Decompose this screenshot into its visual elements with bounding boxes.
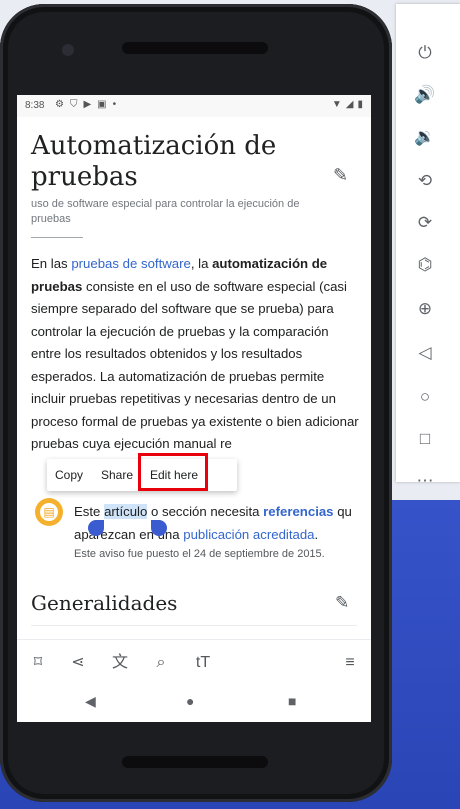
volume-down-icon[interactable]: 🔉 <box>414 126 436 148</box>
text-size-icon[interactable]: tT <box>192 652 214 674</box>
overview-icon[interactable]: □ <box>414 428 436 450</box>
bookmark-icon[interactable]: ⌑ <box>27 652 49 674</box>
bottom-speaker <box>122 756 268 768</box>
status-time: 8:38 <box>25 100 45 111</box>
power-icon[interactable]: ⏻ <box>414 42 436 64</box>
article-title: Automatización de pruebas <box>31 131 277 192</box>
translate-icon[interactable]: 文 <box>109 652 131 674</box>
nav-back-icon[interactable]: ◀ <box>85 693 96 710</box>
rotate-left-icon[interactable]: ⟲ <box>414 170 436 192</box>
volume-up-icon[interactable]: 🔊 <box>414 84 436 106</box>
book-icon: ▤ <box>40 503 58 521</box>
copy-menu-item[interactable]: Copy <box>55 468 83 482</box>
signal-icon: ◢ <box>345 99 354 110</box>
dot-icon: • <box>112 99 117 110</box>
edit-pencil-icon[interactable]: ✎ <box>333 165 355 187</box>
zoom-icon[interactable]: ⊕ <box>414 298 436 320</box>
wifi-icon: ▼ <box>331 99 342 110</box>
home-icon[interactable]: ○ <box>414 386 436 408</box>
android-nav-bar: ◀ ● ■ <box>17 683 371 722</box>
para-text: consiste en el uso de software especial … <box>31 278 359 452</box>
status-bar: 8:38 ⚙ ⛉ ▶ ▣ • ▼ ◢ ▮ <box>17 95 371 117</box>
emulator-controls-panel: ⏻ 🔊 🔉 ⟲ ⟳ ⌬ ⊕ ◁ ○ □ ⋯ <box>396 4 460 490</box>
article-description: uso de software especial para controlar … <box>31 198 300 225</box>
nav-recents-icon[interactable]: ■ <box>288 693 296 709</box>
notice-text: . <box>314 527 319 542</box>
section-divider <box>31 625 357 626</box>
notice-text: o sección necesita <box>147 504 264 519</box>
top-speaker <box>122 42 268 54</box>
device-screen: 8:38 ⚙ ⛉ ▶ ▣ • ▼ ◢ ▮ Automatización de p… <box>17 95 371 722</box>
link-publicacion-acreditada[interactable]: publicación acreditada <box>183 527 314 542</box>
play-protect-icon: ▶ <box>83 99 92 110</box>
section-heading: Generalidades <box>31 591 178 615</box>
notice-date: Este aviso fue puesto el 24 de septiembr… <box>74 548 325 560</box>
title-divider <box>31 237 83 238</box>
emulator-device-frame: 8:38 ⚙ ⛉ ▶ ▣ • ▼ ◢ ▮ Automatización de p… <box>0 4 392 802</box>
settings-icon: ⚙ <box>55 99 64 110</box>
notice-icon: ▤ <box>35 498 63 526</box>
link-referencias[interactable]: referencias <box>263 504 333 519</box>
article-paragraph: En las pruebas de software, la automatiz… <box>31 253 361 456</box>
share-menu-item[interactable]: Share <box>101 468 133 482</box>
camera-icon[interactable]: ⌬ <box>414 254 436 276</box>
article-toolbar: ⌑ ⋖ 文 ⌕ tT ≡ <box>17 639 371 684</box>
selection-handle-start[interactable] <box>88 520 104 536</box>
status-notification-icons: ⚙ ⛉ ▶ ▣ • <box>55 99 116 110</box>
para-text: , la <box>190 256 213 271</box>
find-in-page-icon[interactable]: ⌕ <box>150 652 172 674</box>
battery-icon: ▮ <box>357 99 363 110</box>
nav-home-icon[interactable]: ● <box>186 693 194 709</box>
notice-text: aparezcan <box>74 527 136 542</box>
share-icon[interactable]: ⋖ <box>67 652 89 674</box>
front-camera <box>62 44 74 56</box>
selection-handle-end[interactable] <box>151 520 167 536</box>
para-text: En las <box>31 256 72 271</box>
notice-text: qu <box>337 504 352 519</box>
references-notice: Este artículo o sección necesita referen… <box>74 500 359 546</box>
selected-text: artículo <box>104 504 148 519</box>
back-icon[interactable]: ◁ <box>414 342 436 364</box>
more-icon[interactable]: ⋯ <box>414 470 436 492</box>
status-system-icons: ▼ ◢ ▮ <box>332 99 363 110</box>
image-icon: ▣ <box>97 99 107 110</box>
notice-text: Este <box>74 504 105 519</box>
rotate-right-icon[interactable]: ⟳ <box>414 212 436 234</box>
table-of-contents-icon[interactable]: ≡ <box>339 652 361 674</box>
shield-icon: ⛉ <box>69 99 78 110</box>
highlight-annotation-box <box>138 453 208 491</box>
section-edit-pencil-icon[interactable]: ✎ <box>335 593 349 613</box>
link-pruebas-de-software[interactable]: pruebas de software <box>71 256 191 271</box>
